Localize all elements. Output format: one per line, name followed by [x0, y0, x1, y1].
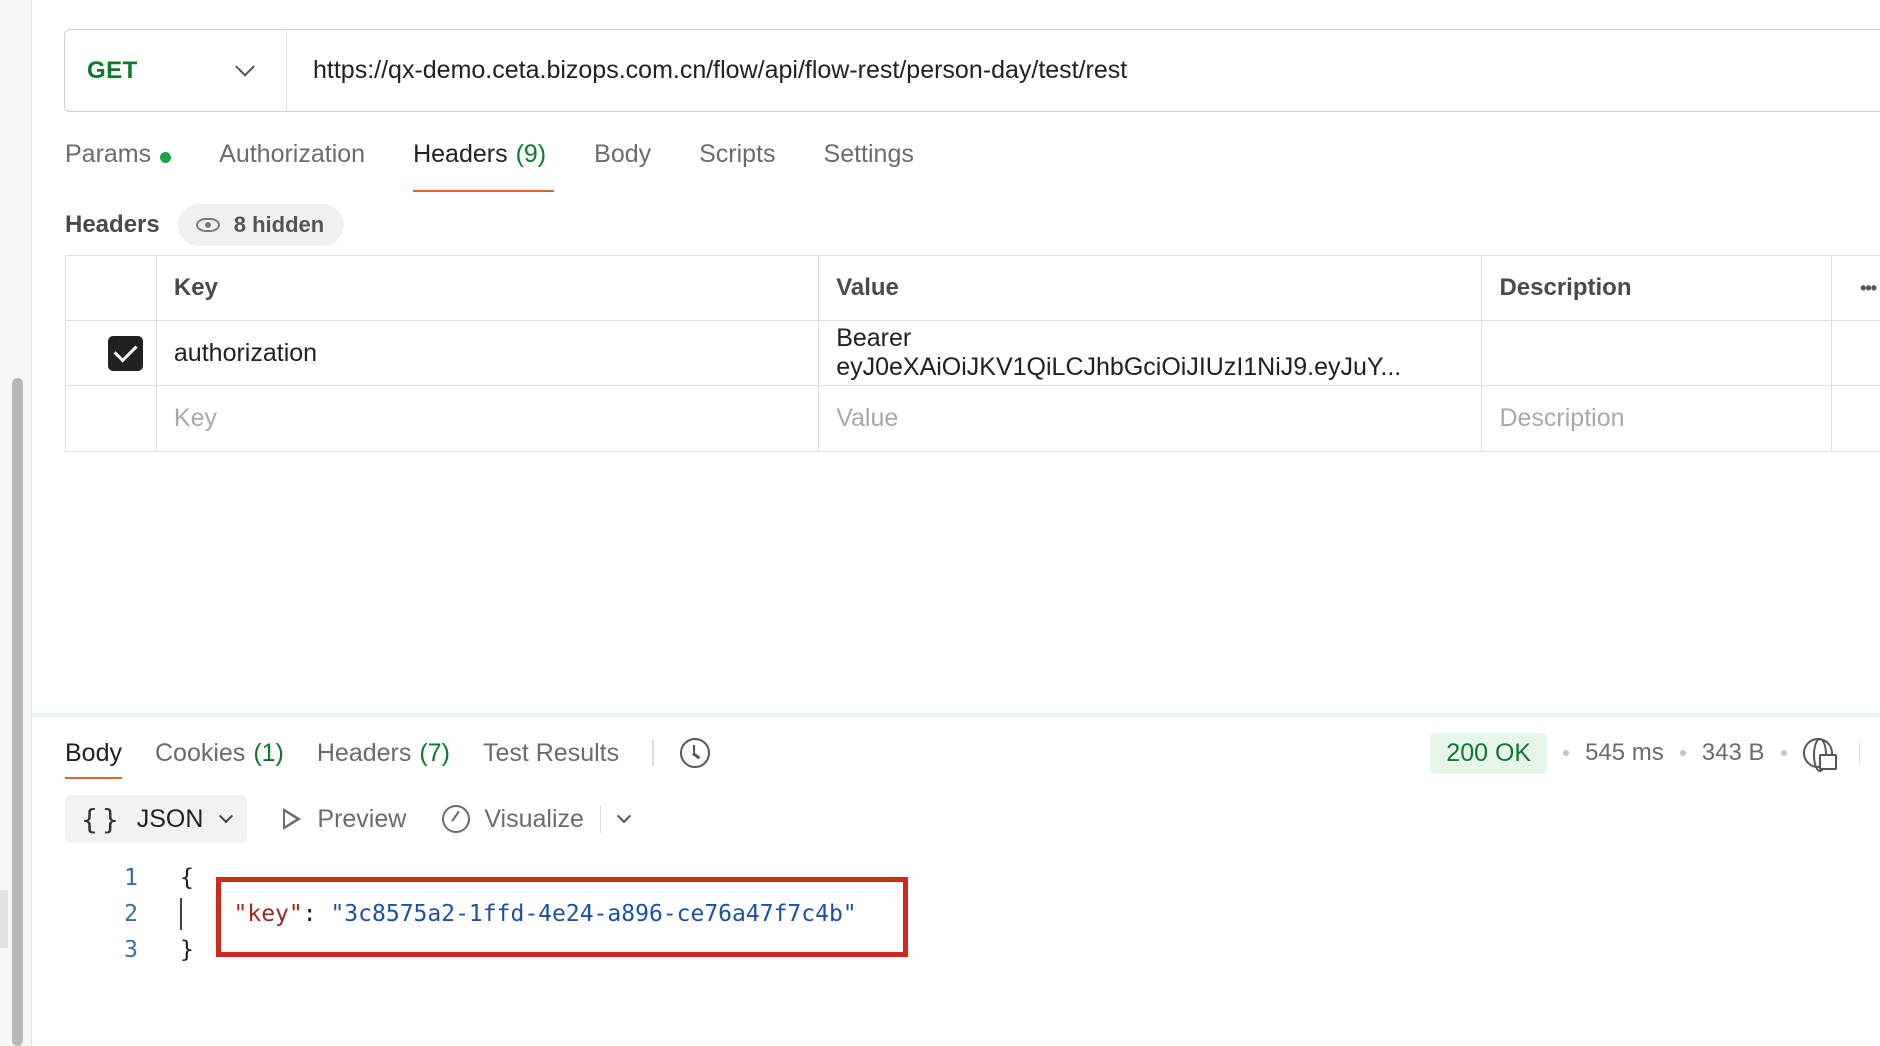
- tab-count: (7): [419, 738, 450, 767]
- row-trailing-cell: [1832, 321, 1880, 385]
- response-tab-body[interactable]: Body: [65, 727, 122, 779]
- request-tabs: Params Authorization Headers (9) Body Sc…: [65, 140, 962, 192]
- response-time[interactable]: 545 ms: [1585, 739, 1664, 767]
- line-number: 1: [124, 865, 138, 891]
- tab-count: (9): [515, 140, 547, 168]
- tab-headers[interactable]: Headers (9): [413, 140, 555, 192]
- tab-label: Headers: [316, 738, 412, 767]
- chevron-down-icon[interactable]: [617, 809, 632, 824]
- params-active-dot: [160, 152, 172, 163]
- tab-body[interactable]: Body: [594, 140, 651, 192]
- column-header-value: Value: [819, 256, 1483, 320]
- response-size[interactable]: 343 B: [1702, 739, 1765, 767]
- headers-section-title: Headers: [65, 211, 160, 238]
- table-row-new: Key Value Description: [66, 386, 1880, 451]
- headers-table: Key Value Description ••• authorization …: [65, 255, 1880, 452]
- hidden-headers-label: 8 hidden: [233, 212, 325, 237]
- tab-label: Headers: [413, 140, 508, 168]
- toolbar-divider: [599, 805, 602, 833]
- visualize-button[interactable]: Visualize: [442, 805, 584, 834]
- row-trailing-cell: [1832, 386, 1880, 451]
- play-icon: [283, 808, 302, 830]
- tab-count: (1): [253, 738, 284, 767]
- json-close-brace: }: [180, 937, 194, 963]
- line-number: 2: [124, 901, 138, 927]
- format-label: JSON: [136, 804, 204, 833]
- tab-divider: [652, 740, 654, 766]
- annotation-highlight-box: [216, 877, 908, 957]
- table-header-row: Key Value Description •••: [66, 256, 1880, 321]
- tab-label: Body: [594, 140, 652, 168]
- tab-scripts[interactable]: Scripts: [699, 140, 775, 192]
- network-lock-icon[interactable]: [1802, 738, 1837, 772]
- indent-guide: [180, 898, 182, 930]
- headers-toolbar: Headers 8 hidden: [65, 204, 345, 246]
- gutter-marker: [0, 890, 8, 948]
- tab-label: Scripts: [699, 140, 776, 168]
- status-badge[interactable]: 200 OK: [1430, 732, 1548, 774]
- separator-dot: [1563, 750, 1570, 756]
- tab-authorization[interactable]: Authorization: [219, 140, 365, 192]
- header-cell-select: [66, 256, 157, 320]
- response-tab-cookies[interactable]: Cookies (1): [155, 727, 284, 779]
- vertical-scrollbar[interactable]: [12, 378, 23, 1046]
- pane-resize-handle[interactable]: [32, 713, 1880, 717]
- new-key-input[interactable]: Key: [157, 386, 820, 451]
- preview-label: Preview: [317, 804, 407, 833]
- json-braces-icon: {}: [81, 802, 123, 836]
- method-selector[interactable]: GET: [65, 30, 287, 111]
- line-number: 3: [124, 937, 138, 963]
- visualize-label: Visualize: [484, 804, 584, 833]
- ellipsis-icon: •••: [1860, 277, 1877, 298]
- column-header-description: Description: [1482, 256, 1833, 320]
- chevron-down-icon: [219, 809, 234, 824]
- chevron-down-icon: [235, 56, 255, 77]
- row-select-cell: [66, 321, 157, 385]
- row-enabled-checkbox[interactable]: [108, 335, 144, 371]
- new-value-input[interactable]: Value: [819, 386, 1483, 451]
- header-key-cell[interactable]: authorization: [157, 321, 820, 385]
- format-selector[interactable]: {} JSON: [65, 795, 248, 843]
- hidden-headers-toggle[interactable]: 8 hidden: [177, 204, 345, 246]
- toolbar-divider: [1858, 742, 1860, 764]
- url-input[interactable]: https://qx-demo.ceta.bizops.com.cn/flow/…: [287, 56, 1127, 85]
- response-toolbar: {} JSON Preview Visualize: [65, 795, 632, 843]
- visualize-icon: [442, 805, 471, 833]
- preview-button[interactable]: Preview: [283, 805, 406, 834]
- response-tabs: Body Cookies (1) Headers (7) Test Result…: [65, 727, 710, 779]
- new-description-input[interactable]: Description: [1482, 386, 1833, 451]
- more-options-icon[interactable]: •••: [1832, 256, 1880, 320]
- header-value-cell[interactable]: Bearer eyJ0eXAiOiJKV1QiLCJhbGciOiJIUzI1N…: [819, 321, 1483, 385]
- method-label: GET: [87, 56, 138, 84]
- tab-label: Cookies: [154, 738, 246, 767]
- column-header-key: Key: [157, 256, 820, 320]
- response-tab-headers[interactable]: Headers (7): [317, 727, 450, 779]
- tab-label: Authorization: [219, 140, 366, 168]
- tab-settings[interactable]: Settings: [824, 140, 914, 192]
- response-status-bar: 200 OK 545 ms 343 B: [1430, 727, 1880, 779]
- separator-dot: [1679, 750, 1686, 756]
- tab-label: Test Results: [482, 738, 620, 767]
- header-description-cell[interactable]: [1482, 321, 1833, 385]
- tab-label: Settings: [823, 140, 914, 168]
- row-select-cell: [66, 386, 157, 451]
- separator-dot: [1780, 750, 1787, 756]
- eye-icon: [195, 218, 220, 232]
- response-tab-test-results[interactable]: Test Results: [483, 727, 619, 779]
- tab-label: Body: [65, 738, 122, 767]
- table-row: authorization Bearer eyJ0eXAiOiJKV1QiLCJ…: [66, 321, 1880, 386]
- request-url-bar: GET https://qx-demo.ceta.bizops.com.cn/f…: [64, 29, 1880, 112]
- history-icon[interactable]: [679, 738, 710, 768]
- json-open-brace: {: [180, 865, 194, 891]
- tab-params[interactable]: Params: [65, 140, 172, 192]
- tab-label: Params: [65, 140, 152, 168]
